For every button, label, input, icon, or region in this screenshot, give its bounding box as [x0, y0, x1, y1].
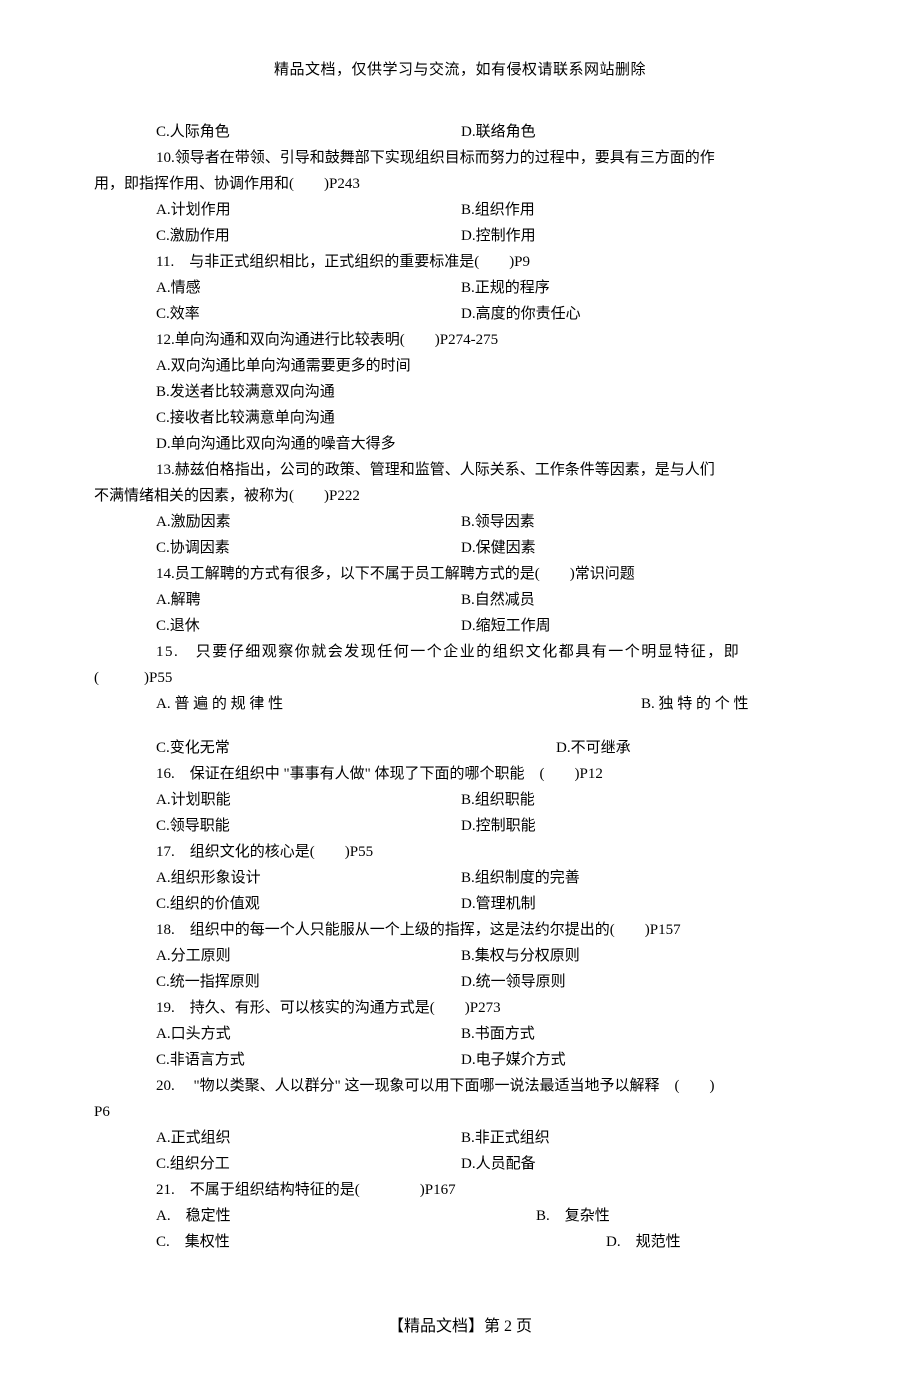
q9-option-d: D.联络角色: [461, 120, 826, 144]
q10-options-ab: A.计划作用 B.组织作用: [94, 198, 826, 222]
page-footer: 【精品文档】第 2 页: [94, 1314, 826, 1340]
q11-options-ab: A.情感 B.正规的程序: [94, 276, 826, 300]
q15-option-a: A. 普 遍 的 规 律 性: [156, 692, 641, 716]
q20-option-b: B.非正式组织: [461, 1126, 826, 1150]
q19-option-b: B.书面方式: [461, 1022, 826, 1046]
q20-option-c: C.组织分工: [156, 1152, 461, 1176]
q17-option-b: B.组织制度的完善: [461, 866, 826, 890]
q18-option-a: A.分工原则: [156, 944, 461, 968]
q12-option-c: C.接收者比较满意单向沟通: [94, 406, 826, 430]
q17-option-c: C.组织的价值观: [156, 892, 461, 916]
q16-options-cd: C.领导职能 D.控制职能: [94, 814, 826, 838]
q13-option-c: C.协调因素: [156, 536, 461, 560]
q17-option-d: D.管理机制: [461, 892, 826, 916]
q13-stem-line2: 不满情绪相关的因素，被称为( )P222: [94, 484, 826, 508]
q20-options-cd: C.组织分工 D.人员配备: [94, 1152, 826, 1176]
q11-stem: 11. 与非正式组织相比，正式组织的重要标准是( )P9: [94, 250, 826, 274]
q19-options-cd: C.非语言方式 D.电子媒介方式: [94, 1048, 826, 1072]
q21-stem: 21. 不属于组织结构特征的是( )P167: [94, 1178, 826, 1202]
q14-stem: 14.员工解聘的方式有很多，以下不属于员工解聘方式的是( )常识问题: [94, 562, 826, 586]
q10-options-cd: C.激励作用 D.控制作用: [94, 224, 826, 248]
q14-option-d: D.缩短工作周: [461, 614, 826, 638]
q20-options-ab: A.正式组织 B.非正式组织: [94, 1126, 826, 1150]
q12-option-b: B.发送者比较满意双向沟通: [94, 380, 826, 404]
q11-option-c: C.效率: [156, 302, 461, 326]
q10-option-d: D.控制作用: [461, 224, 826, 248]
q20-stem-line1: 20. "物以类聚、人以群分" 这一现象可以用下面哪一说法最适当地予以解释 ( …: [94, 1074, 826, 1098]
q18-stem: 18. 组织中的每一个人只能服从一个上级的指挥，这是法约尔提出的( )P157: [94, 918, 826, 942]
q21-option-c: C. 集权性: [156, 1230, 606, 1254]
q15-option-b: B. 独 特 的 个 性: [641, 692, 826, 716]
q16-option-b: B.组织职能: [461, 788, 826, 812]
q13-stem-line1: 13.赫兹伯格指出，公司的政策、管理和监管、人际关系、工作条件等因素，是与人们: [94, 458, 826, 482]
q16-options-ab: A.计划职能 B.组织职能: [94, 788, 826, 812]
q20-option-d: D.人员配备: [461, 1152, 826, 1176]
q10-option-c: C.激励作用: [156, 224, 461, 248]
q17-options-cd: C.组织的价值观 D.管理机制: [94, 892, 826, 916]
q18-options-cd: C.统一指挥原则 D.统一领导原则: [94, 970, 826, 994]
q13-option-b: B.领导因素: [461, 510, 826, 534]
page-container: 精品文档，仅供学习与交流，如有侵权请联系网站删除 C.人际角色 D.联络角色 1…: [0, 0, 920, 1380]
q19-option-c: C.非语言方式: [156, 1048, 461, 1072]
q13-option-d: D.保健因素: [461, 536, 826, 560]
q14-option-c: C.退休: [156, 614, 461, 638]
q14-options-cd: C.退休 D.缩短工作周: [94, 614, 826, 638]
q14-option-b: B.自然减员: [461, 588, 826, 612]
q19-option-a: A.口头方式: [156, 1022, 461, 1046]
q11-option-a: A.情感: [156, 276, 461, 300]
q12-stem: 12.单向沟通和双向沟通进行比较表明( )P274-275: [94, 328, 826, 352]
q19-stem: 19. 持久、有形、可以核实的沟通方式是( )P273: [94, 996, 826, 1020]
q11-option-d: D.高度的你责任心: [461, 302, 826, 326]
q10-option-a: A.计划作用: [156, 198, 461, 222]
header-note: 精品文档，仅供学习与交流，如有侵权请联系网站删除: [94, 58, 826, 82]
q11-options-cd: C.效率 D.高度的你责任心: [94, 302, 826, 326]
q19-options-ab: A.口头方式 B.书面方式: [94, 1022, 826, 1046]
q18-option-b: B.集权与分权原则: [461, 944, 826, 968]
q10-option-b: B.组织作用: [461, 198, 826, 222]
q17-option-a: A.组织形象设计: [156, 866, 461, 890]
q15-options-cd: C.变化无常 D.不可继承: [94, 736, 826, 760]
q9-option-c: C.人际角色: [156, 120, 461, 144]
q13-options-cd: C.协调因素 D.保健因素: [94, 536, 826, 560]
q21-options-ab: A. 稳定性 B. 复杂性: [94, 1204, 826, 1228]
q20-option-a: A.正式组织: [156, 1126, 461, 1150]
q16-option-d: D.控制职能: [461, 814, 826, 838]
q18-option-d: D.统一领导原则: [461, 970, 826, 994]
q18-option-c: C.统一指挥原则: [156, 970, 461, 994]
q15-option-d: D.不可继承: [556, 736, 826, 760]
q15-stem-line2: ( )P55: [94, 666, 826, 690]
q21-option-b: B. 复杂性: [536, 1204, 826, 1228]
q10-stem-line2: 用，即指挥作用、协调作用和( )P243: [94, 172, 826, 196]
q9-options-cd: C.人际角色 D.联络角色: [94, 120, 826, 144]
q13-option-a: A.激励因素: [156, 510, 461, 534]
spacer: [94, 718, 826, 736]
q13-options-ab: A.激励因素 B.领导因素: [94, 510, 826, 534]
q21-option-a: A. 稳定性: [156, 1204, 536, 1228]
q11-option-b: B.正规的程序: [461, 276, 826, 300]
q12-option-d: D.单向沟通比双向沟通的噪音大得多: [94, 432, 826, 456]
q15-options-ab: A. 普 遍 的 规 律 性 B. 独 特 的 个 性: [94, 692, 826, 716]
q10-stem-line1: 10.领导者在带领、引导和鼓舞部下实现组织目标而努力的过程中，要具有三方面的作: [94, 146, 826, 170]
q15-option-c: C.变化无常: [156, 736, 556, 760]
q16-option-c: C.领导职能: [156, 814, 461, 838]
q12-option-a: A.双向沟通比单向沟通需要更多的时间: [94, 354, 826, 378]
q16-stem: 16. 保证在组织中 "事事有人做" 体现了下面的哪个职能 ( )P12: [94, 762, 826, 786]
q17-stem: 17. 组织文化的核心是( )P55: [94, 840, 826, 864]
q16-option-a: A.计划职能: [156, 788, 461, 812]
q21-options-cd: C. 集权性 D. 规范性: [94, 1230, 826, 1254]
q19-option-d: D.电子媒介方式: [461, 1048, 826, 1072]
q18-options-ab: A.分工原则 B.集权与分权原则: [94, 944, 826, 968]
q20-stem-line2: P6: [94, 1100, 826, 1124]
q14-option-a: A.解聘: [156, 588, 461, 612]
q21-option-d: D. 规范性: [606, 1230, 826, 1254]
q17-options-ab: A.组织形象设计 B.组织制度的完善: [94, 866, 826, 890]
q14-options-ab: A.解聘 B.自然减员: [94, 588, 826, 612]
q15-stem-line1: 15. 只要仔细观察你就会发现任何一个企业的组织文化都具有一个明显特征，即: [94, 640, 826, 664]
